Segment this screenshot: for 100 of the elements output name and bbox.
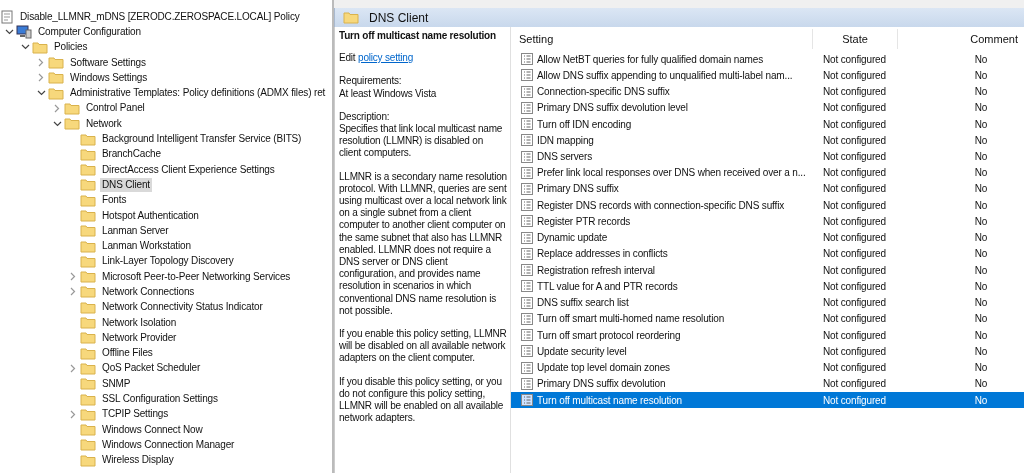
table-cell-text: No [973, 248, 989, 260]
table-row[interactable]: Allow DNS suffix appending to unqualified multi-label nam... Not configured No [511, 67, 1024, 84]
folder-icon [80, 270, 96, 284]
column-header[interactable]: State [813, 29, 898, 49]
tree-item[interactable]: Policies [52, 40, 90, 55]
table-cell-text: Register PTR records [536, 215, 632, 227]
table-cell-text: Not configured [822, 362, 887, 374]
folder-icon [80, 316, 96, 330]
table-row[interactable]: Turn off smart protocol reordering Not configured No [511, 327, 1024, 344]
folder-icon [80, 224, 96, 238]
tree-item[interactable]: Fonts [100, 193, 129, 208]
chevron-right-icon[interactable] [38, 73, 44, 83]
table-cell-text: Not configured [822, 134, 887, 146]
tree-item[interactable]: Network Provider [100, 330, 179, 345]
table-row[interactable]: DNS servers Not configured No [511, 148, 1024, 165]
table-row[interactable]: DNS suffix search list Not configured No [511, 294, 1024, 311]
table-cell-text: No [973, 167, 989, 179]
table-row[interactable]: Allow NetBT queries for fully qualified domain names Not configured No [511, 51, 1024, 68]
chevron-right-icon[interactable] [38, 58, 44, 68]
tree-item[interactable]: Software Settings [68, 55, 148, 70]
tree-item[interactable]: TCPIP Settings [100, 407, 171, 422]
tree-item[interactable]: Background Intelligent Transfer Service (BITS) [100, 132, 304, 146]
column-header[interactable]: Comment [898, 29, 1024, 49]
policy-setting-icon [521, 345, 533, 358]
table-row[interactable]: Update top level domain zones Not configured No [511, 359, 1024, 376]
tree-item[interactable]: DirectAccess Client Experience Settings [100, 162, 277, 177]
chevron-down-icon[interactable] [36, 90, 46, 97]
table-row[interactable]: Primary DNS suffix Not configured No [511, 180, 1024, 198]
tree-item[interactable]: Offline Files [100, 346, 155, 361]
tree-item[interactable]: Windows Settings [68, 70, 150, 85]
folder-icon [80, 163, 96, 177]
table-row[interactable]: Registration refresh interval Not configured No [511, 262, 1024, 279]
folder-icon [32, 40, 48, 54]
chevron-down-icon[interactable] [4, 28, 14, 35]
table-row[interactable]: Primary DNS suffix devolution level Not configured No [511, 99, 1024, 116]
column-header[interactable]: Setting [511, 29, 813, 49]
tree-item[interactable]: DNS Client [100, 177, 152, 192]
table-row[interactable]: Update security level Not configured No [511, 343, 1024, 360]
table-row[interactable]: Prefer link local responses over DNS when received over a n... Not configured No [511, 164, 1024, 181]
tree-item[interactable]: SNMP [100, 376, 133, 391]
folder-icon [80, 132, 96, 146]
table-row[interactable]: IDN mapping Not configured No [511, 132, 1024, 149]
tree-item[interactable]: Link-Layer Topology Discovery [100, 254, 236, 269]
table-row[interactable]: TTL value for A and PTR records Not configured No [511, 278, 1024, 295]
table-cell-text: DNS servers [536, 151, 594, 162]
chevron-down-icon[interactable] [52, 120, 62, 127]
table-cell-text: Registration refresh interval [536, 264, 656, 276]
tree-item[interactable]: Network [84, 116, 124, 131]
tree-item[interactable]: Hotspot Authentication [100, 208, 201, 223]
chevron-right-icon[interactable] [70, 287, 76, 297]
folder-icon [80, 193, 96, 207]
table-cell-text: No [973, 199, 989, 211]
table-cell-text: Allow DNS suffix appending to unqualified multi-label nam... [536, 69, 794, 81]
table-cell-text: Turn off smart protocol reordering [536, 329, 682, 341]
table-cell-text: Not configured [822, 248, 887, 260]
table-row[interactable]: Turn off smart multi-homed name resolution Not configured No [511, 310, 1024, 327]
policy-setting-icon [521, 394, 533, 407]
policy-setting-icon [521, 183, 533, 195]
table-cell-text: Turn off multicast name resolution [536, 394, 683, 406]
table-cell-text: No [973, 394, 989, 406]
policy-setting-link[interactable]: policy setting [358, 52, 414, 64]
tree-item[interactable]: Disable_LLMNR_mDNS [ZERODC.ZEROSPACE.LOCAL] Policy [18, 9, 302, 24]
chevron-right-icon[interactable] [70, 409, 76, 419]
tree-item[interactable]: Wireless Display [100, 453, 176, 468]
table-row[interactable]: Connection-specific DNS suffix Not configured No [511, 83, 1024, 100]
tree-item[interactable]: SSL Configuration Settings [100, 392, 220, 407]
tree-item[interactable]: Lanman Server [100, 223, 171, 238]
policy-setting-icon [521, 296, 533, 309]
tree-item[interactable]: Windows Connect Now [100, 422, 205, 437]
table-row[interactable]: Replace addresses in conflicts Not configured No [511, 245, 1024, 263]
table-row[interactable]: Register DNS records with connection-specific DNS suffix Not configured No [511, 197, 1024, 214]
folder-icon [80, 361, 96, 375]
table-cell-text: Not configured [822, 118, 887, 130]
chevron-right-icon[interactable] [70, 272, 76, 282]
tree-item[interactable]: QoS Packet Scheduler [100, 361, 203, 376]
folder-icon [80, 178, 96, 192]
tree-item[interactable]: Network Isolation [100, 315, 179, 330]
chevron-right-icon[interactable] [54, 103, 60, 113]
chevron-down-icon[interactable] [20, 44, 30, 51]
table-cell-text: Turn off IDN encoding [536, 118, 633, 130]
tree-item[interactable]: Microsoft Peer-to-Peer Networking Services [100, 269, 293, 284]
tree-item[interactable]: Windows Connection Manager [100, 437, 237, 452]
table-row[interactable]: Turn off multicast name resolution Not configured No [511, 391, 1024, 409]
table-cell-text: No [973, 151, 989, 162]
table-cell-text: Connection-specific DNS suffix [536, 86, 671, 98]
table-cell-text: Not configured [822, 394, 887, 406]
tree-item[interactable]: Network Connectivity Status Indicator [100, 300, 265, 315]
table-row[interactable]: Register PTR records Not configured No [511, 213, 1024, 230]
tree-item[interactable]: Control Panel [84, 101, 147, 116]
folder-icon [80, 423, 96, 437]
table-row[interactable]: Dynamic update Not configured No [511, 229, 1024, 246]
chevron-right-icon[interactable] [70, 363, 76, 373]
tree-item[interactable]: BranchCache [100, 147, 163, 162]
table-row[interactable]: Primary DNS suffix devolution Not configured No [511, 375, 1024, 392]
tree-item[interactable]: Lanman Workstation [100, 239, 193, 254]
table-row[interactable]: Turn off IDN encoding Not configured No [511, 115, 1024, 133]
tree-item[interactable]: Computer Configuration [36, 24, 143, 39]
folder-icon [80, 254, 96, 268]
tree-item[interactable]: Network Connections [100, 285, 197, 299]
tree-item[interactable]: Administrative Templates: Policy definitions (ADMX files) ret [68, 86, 328, 101]
